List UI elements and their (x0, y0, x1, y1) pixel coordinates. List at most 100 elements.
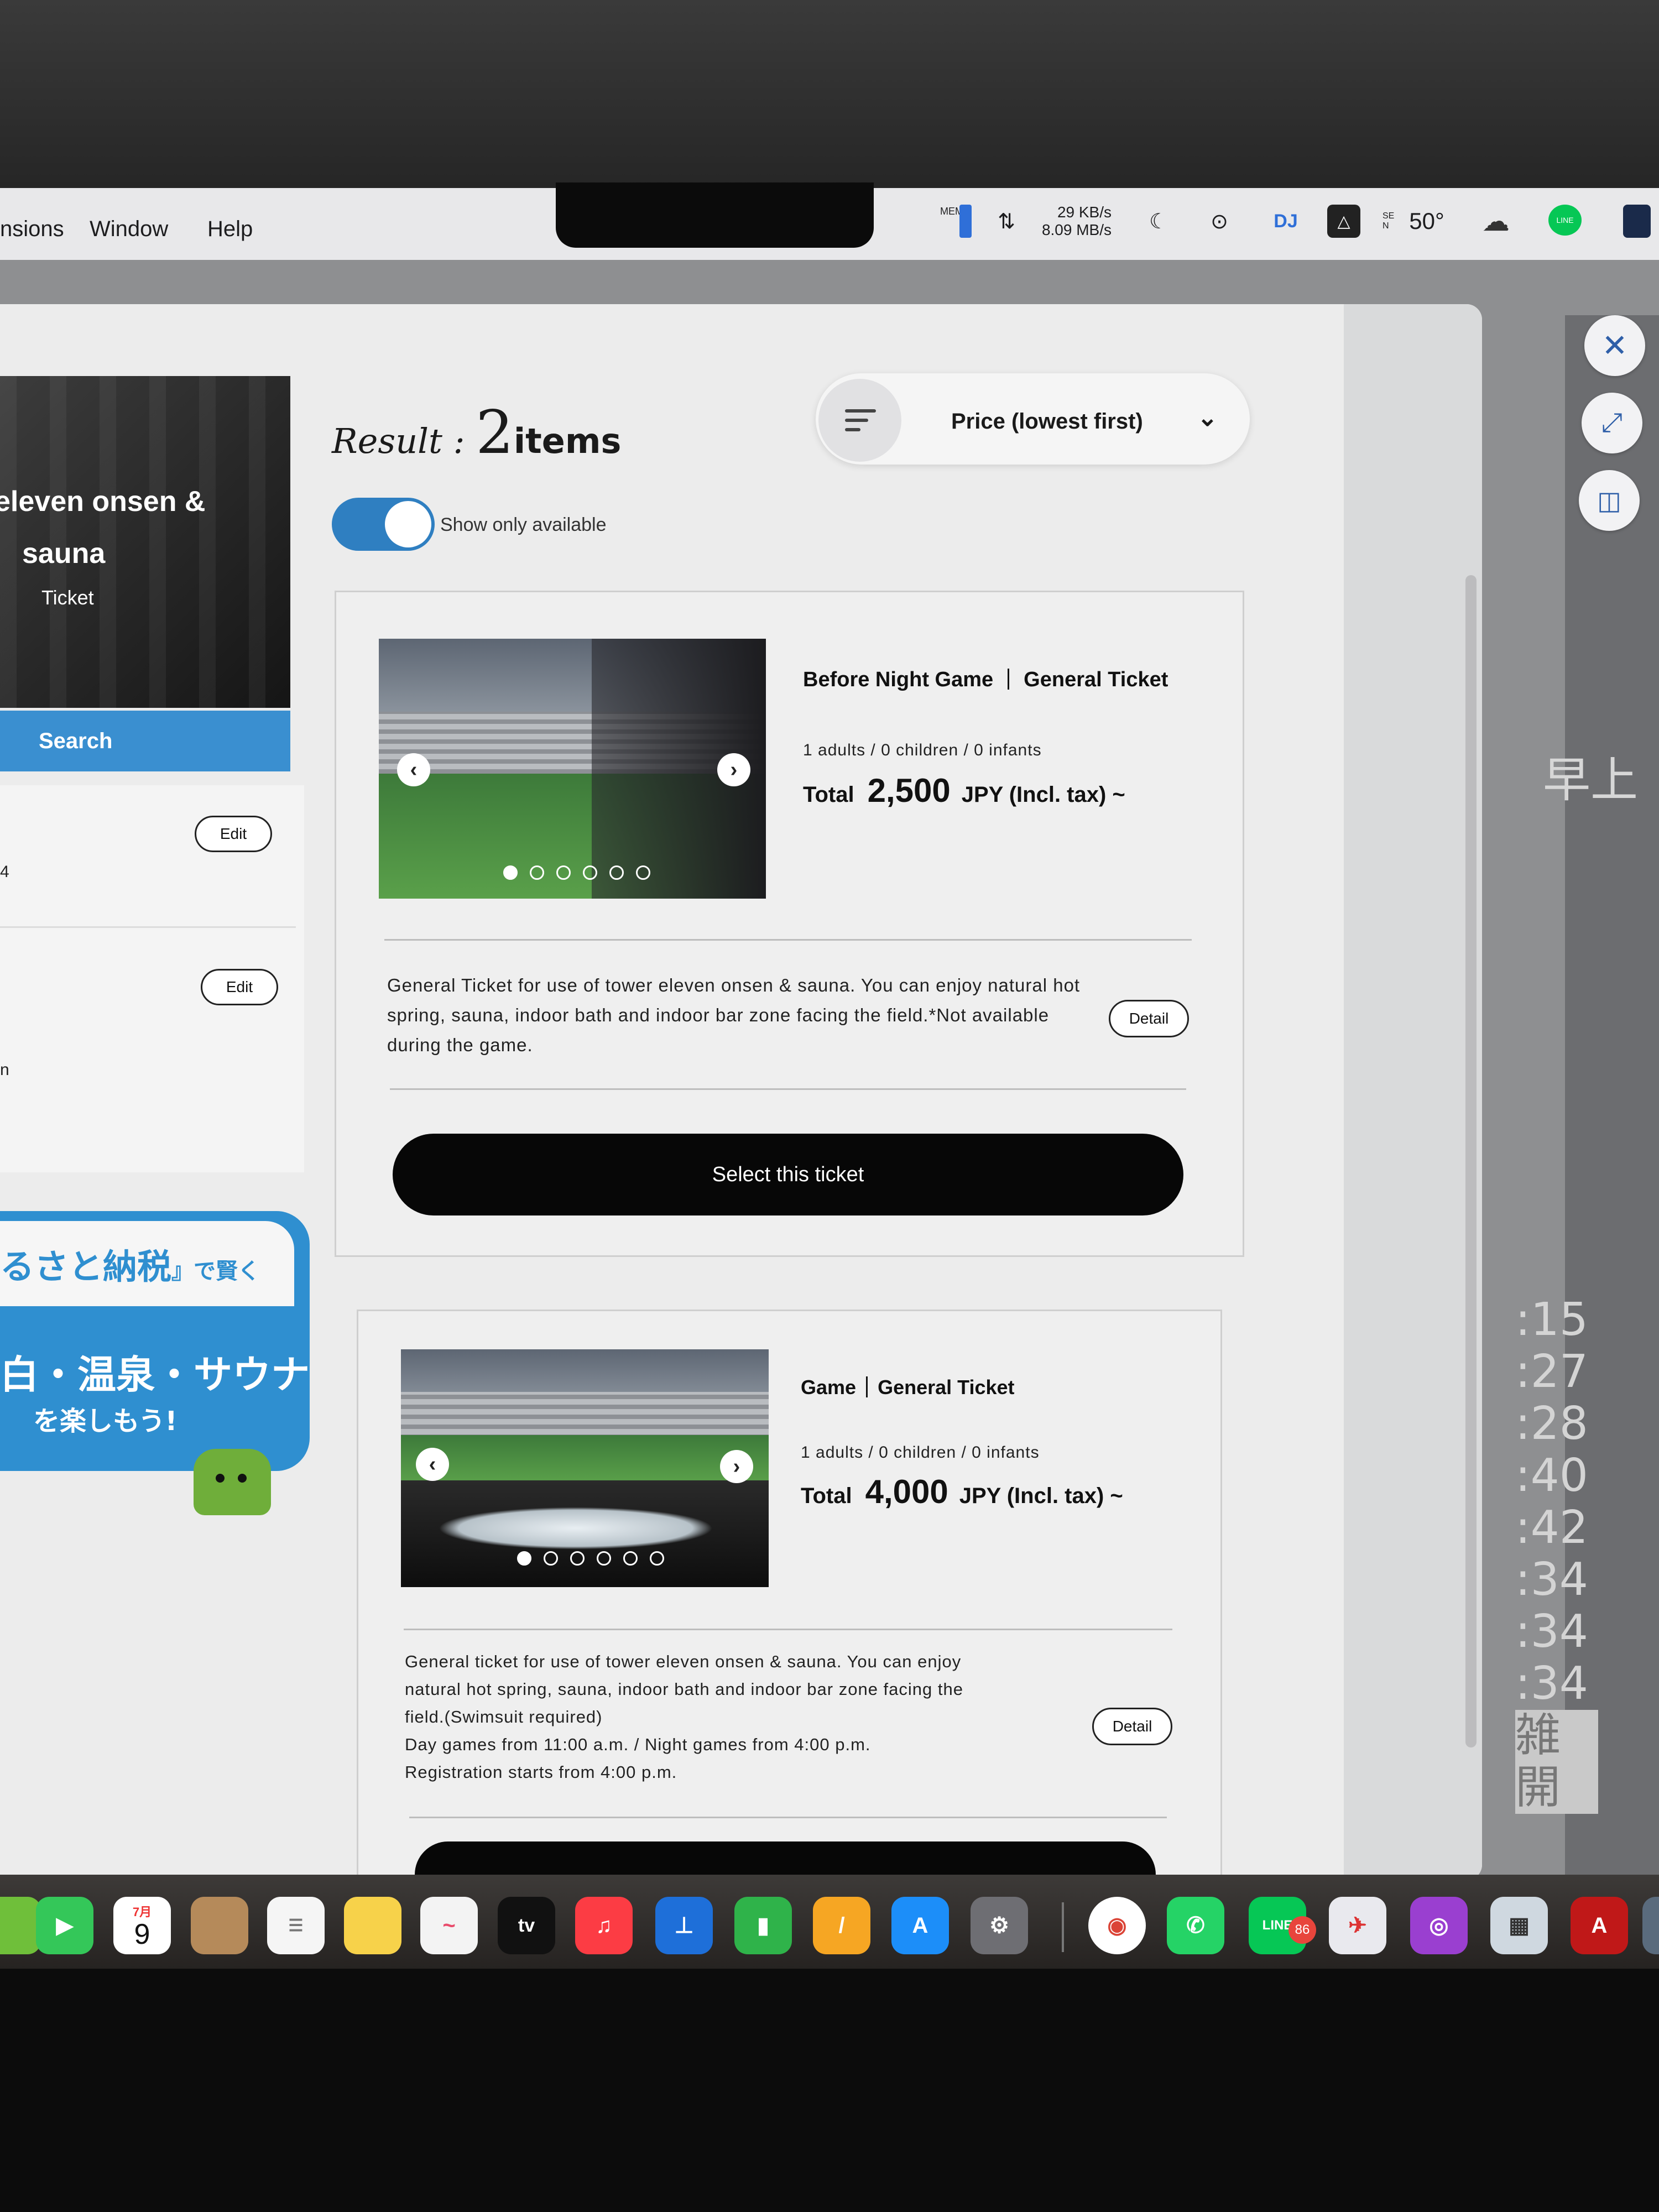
line-status-icon[interactable]: LINE (1548, 205, 1582, 236)
time-row: :34 (1515, 1553, 1588, 1606)
edit-date-button[interactable]: Edit (195, 816, 272, 852)
carousel-dot[interactable] (544, 1551, 558, 1566)
description-line: field.(Swimsuit required) (405, 1707, 603, 1726)
numbers-icon[interactable]: ▮ (734, 1897, 792, 1954)
banner-line1-text: るさと納税 (0, 1246, 172, 1287)
sort-selected-value[interactable]: Price (lowest first) (951, 409, 1143, 434)
preview-icon[interactable]: ▦ (1490, 1897, 1548, 1954)
ticket-description: General Ticket for use of tower eleven o… (387, 975, 1081, 1055)
reminders-icon[interactable]: ☰ (267, 1897, 325, 1954)
expand-icon[interactable]: ⤢ (1582, 393, 1642, 453)
contacts-icon[interactable] (191, 1897, 248, 1954)
whatsapp-icon[interactable]: ✆ (1167, 1897, 1224, 1954)
menu-help[interactable]: Help (207, 217, 253, 242)
notes-icon[interactable] (344, 1897, 401, 1954)
search-button[interactable]: Search (0, 711, 290, 771)
carousel-dot[interactable] (556, 865, 571, 880)
background-jp-text: 早上 (1543, 753, 1638, 808)
carousel-dot[interactable] (583, 865, 597, 880)
calendar-icon[interactable]: 7月 9 (113, 1897, 171, 1954)
modal-scrollbar[interactable] (1465, 575, 1477, 1747)
result-unit: items (513, 421, 622, 461)
ticket-description: General ticket for use of tower eleven o… (405, 1648, 1124, 1786)
network-speed[interactable]: 29 KB/s 8.09 MB/s (1029, 204, 1112, 239)
podcasts-icon[interactable]: ◎ (1410, 1897, 1468, 1954)
chrome-icon[interactable]: ◉ (1088, 1897, 1146, 1954)
ticket-type: General Ticket (878, 1376, 1015, 1399)
available-only-toggle[interactable] (332, 498, 435, 551)
background-times-list: :15 :27 :28 :40 :42 :34 :34 :34 雑開 (1515, 1294, 1604, 1814)
menu-extensions[interactable]: nsions (0, 217, 64, 242)
time-row: :28 (1515, 1397, 1588, 1450)
split-view-icon[interactable]: ◫ (1579, 470, 1640, 531)
ticket-category: Before Night Game (803, 668, 994, 691)
ticket-title: Game General Ticket (801, 1376, 1015, 1399)
dock-app-icon[interactable] (1642, 1897, 1659, 1954)
banner-line1-suffix: 』で賢く (171, 1259, 260, 1284)
menu-window[interactable]: Window (90, 217, 168, 242)
facetime-icon[interactable]: ▶ (36, 1897, 93, 1954)
total-label: Total (801, 1484, 852, 1508)
result-label: Result (332, 421, 442, 461)
carousel-dot[interactable] (530, 865, 544, 880)
upload-speed: 29 KB/s (1057, 204, 1112, 221)
music-icon[interactable]: ♫ (575, 1897, 633, 1954)
description-line: Registration starts from 4:00 p.m. (405, 1762, 677, 1782)
result-count: 2 (476, 398, 514, 467)
ticket-photo-carousel[interactable] (379, 639, 766, 899)
carousel-next-icon[interactable]: › (720, 1450, 753, 1483)
acrobat-icon[interactable]: A (1571, 1897, 1628, 1954)
maps-icon[interactable] (0, 1897, 41, 1954)
condition-value-fragment: n (0, 1061, 9, 1079)
ticket-pax: 1 adults / 0 children / 0 infants (801, 1443, 1040, 1462)
camera-notch (556, 182, 874, 248)
detail-button[interactable]: Detail (1092, 1708, 1172, 1745)
time-row: :42 (1515, 1501, 1588, 1554)
sort-icon[interactable] (818, 379, 901, 462)
description-line: natural hot spring, sauna, indoor bath a… (405, 1679, 963, 1699)
carousel-dot[interactable] (570, 1551, 585, 1566)
banner-line3: を楽しもう! (33, 1406, 178, 1437)
keynote-icon[interactable]: ⊥ (655, 1897, 713, 1954)
flight-app-icon[interactable]: ✈ (1329, 1897, 1386, 1954)
total-currency: JPY (Incl. tax) ~ (961, 782, 1125, 807)
carousel-prev-icon[interactable]: ‹ (416, 1448, 449, 1481)
system-settings-icon[interactable]: ⚙ (971, 1897, 1028, 1954)
carousel-dot[interactable] (636, 865, 650, 880)
moon-icon[interactable]: ☾ (1142, 205, 1175, 238)
calendar-month: 7月 (132, 1905, 152, 1919)
carousel-dot[interactable] (609, 865, 624, 880)
carousel-dot[interactable] (597, 1551, 611, 1566)
apple-tv-icon[interactable]: tv (498, 1897, 555, 1954)
pages-icon[interactable]: / (813, 1897, 870, 1954)
carousel-dot[interactable] (623, 1551, 638, 1566)
chevron-down-icon[interactable]: ⌄ (1197, 404, 1218, 432)
app-status-icon[interactable] (1623, 205, 1651, 238)
description-line: General ticket for use of tower eleven o… (405, 1652, 962, 1671)
ticket-category: Game (801, 1376, 857, 1399)
cloud-icon[interactable]: ☁ (1477, 205, 1515, 238)
temperature[interactable]: 50° (1402, 205, 1452, 238)
play-icon[interactable]: ⊙ (1203, 205, 1236, 238)
ticket-total: Total 2,500 JPY (Incl. tax) ~ (803, 771, 1125, 810)
drive-icon[interactable]: △ (1327, 205, 1360, 238)
dj-icon[interactable]: DJ (1269, 205, 1302, 238)
carousel-next-icon[interactable]: › (717, 753, 750, 786)
freeform-icon[interactable]: ~ (420, 1897, 478, 1954)
carousel-dot[interactable] (650, 1551, 664, 1566)
carousel-dots (517, 1551, 664, 1566)
edit-guests-button[interactable]: Edit (201, 969, 278, 1005)
carousel-dot[interactable] (517, 1551, 531, 1566)
app-store-icon[interactable]: A (891, 1897, 949, 1954)
dock-separator (1062, 1902, 1064, 1952)
total-amount: 2,500 (867, 772, 951, 809)
detail-button[interactable]: Detail (1109, 1000, 1189, 1037)
carousel-dot[interactable] (503, 865, 518, 880)
close-icon[interactable]: ✕ (1584, 315, 1645, 376)
memory-status[interactable]: MEM (940, 206, 963, 217)
carousel-prev-icon[interactable]: ‹ (397, 753, 430, 786)
select-ticket-button[interactable]: Select this ticket (393, 1134, 1183, 1215)
select-ticket-button[interactable] (415, 1841, 1156, 1875)
network-arrows-icon: ⇅ (998, 210, 1015, 233)
card-divider (404, 1629, 1172, 1630)
